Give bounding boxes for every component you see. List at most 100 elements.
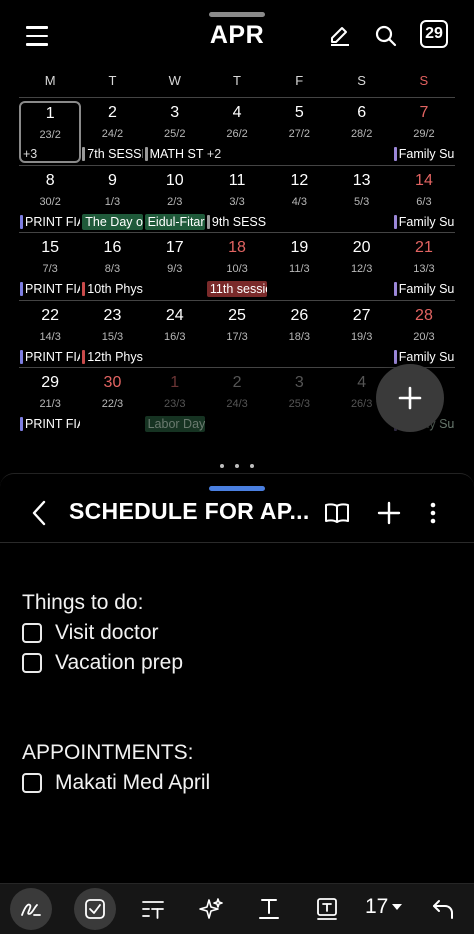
text-color-button[interactable] [248,888,290,930]
lunar-date: 18/3 [288,330,311,343]
checklist-item[interactable]: Vacation prep [22,648,210,678]
checkbox[interactable] [22,773,42,793]
event-chip[interactable]: The Day of [82,213,143,230]
checklist-item[interactable]: Visit doctor [22,618,210,648]
lunar-date: 13/3 [413,263,435,275]
lunar-date: 4/3 [291,195,307,208]
day-cell[interactable]: 12 4/3 [268,166,330,233]
month-title[interactable]: APR [0,21,474,50]
handwriting-icon [21,903,41,916]
checklist-item-text: Visit doctor [55,621,159,644]
lunar-date: 27/2 [288,128,311,140]
day-cell[interactable]: 5 27/2 [268,98,330,165]
checkbox-tool-button[interactable] [74,888,116,930]
day-cell[interactable]: 26 18/3 [268,301,330,368]
day-number: 21 [415,239,433,256]
day-number: 27 [352,306,371,324]
lunar-date: 22/3 [101,398,124,410]
day-cell[interactable]: 25 17/3 [206,301,268,368]
day-cell[interactable]: 24 16/3 [144,301,206,368]
event-chip[interactable]: MATH ST [144,146,205,162]
edit-button[interactable] [324,20,356,52]
caret-down-icon [392,904,403,910]
day-number: 28 [415,306,433,324]
undo-button[interactable] [422,888,464,930]
more-events-indicator[interactable]: +2 [207,146,267,162]
sparkle-icon [199,898,223,919]
pen-mode-button[interactable] [10,888,52,930]
event-chip[interactable]: 11th sessic [206,281,268,297]
day-cell[interactable]: 19 11/3 [268,233,330,300]
day-number: 13 [352,171,371,189]
event-chip[interactable]: PRINT FIA [20,416,80,432]
day-number: 24 [165,306,184,324]
day-cell[interactable]: 27 19/3 [331,301,393,368]
day-cell[interactable]: 6 28/2 [331,98,393,165]
day-number: 12 [290,171,309,189]
day-number: 7 [419,104,429,121]
day-cell[interactable]: 30 22/3 [81,368,143,435]
today-button[interactable]: 29 [420,20,448,48]
event-chip[interactable]: PRINT FIA [20,349,80,365]
split-view-handle[interactable] [220,464,254,470]
back-button[interactable] [24,496,54,530]
lunar-date: 25/3 [288,398,311,410]
day-number: 14 [415,171,433,189]
lunar-date: 10/3 [226,263,248,275]
day-cell[interactable]: 17 9/3 [144,233,206,300]
lunar-date: 21/3 [39,398,61,410]
day-cell[interactable]: 20 12/3 [331,233,393,300]
event-chip[interactable]: Eidul-Fitar [144,213,205,230]
day-number: 1 [170,374,180,391]
weekday-label: F [295,73,304,88]
calendar-header: APR 29 [0,16,474,56]
menu-button[interactable] [26,22,54,50]
day-cell[interactable]: 13 5/3 [331,166,393,233]
week-row: 1 23/2 2 24/2 3 25/2 4 26/2 5 27/2 6 28/2 7 29/2 +3 7th… [19,97,455,165]
search-button[interactable] [370,20,402,52]
day-number: 8 [45,171,55,189]
event-chip[interactable]: Family Su [393,281,454,297]
note-header: SCHEDULE FOR AP... [0,488,474,542]
event-chip[interactable]: Family Su [393,214,454,230]
day-number: 9 [107,171,117,189]
day-number: 26 [290,306,309,324]
font-size-selector[interactable]: 17 [365,895,403,919]
chevron-left-icon [32,500,46,526]
reading-mode-button[interactable] [320,496,354,530]
lunar-date: 23/2 [39,129,61,141]
event-chip[interactable]: 7th SESSI [82,146,143,162]
bottom-toolbar: 17 [0,883,474,934]
event-chip[interactable]: Family Su [393,146,454,162]
ai-assist-button[interactable] [190,888,232,930]
note-title[interactable]: SCHEDULE FOR AP... [69,498,310,525]
text-box-button[interactable] [306,888,348,930]
day-number: 4 [232,104,242,121]
search-icon [375,25,397,47]
more-options-button[interactable] [416,496,450,530]
checklist-item[interactable]: Makati Med April [22,768,210,798]
text-format-button[interactable] [132,888,174,930]
event-chip[interactable]: PRINT FIA [20,214,80,230]
note-content[interactable]: Things to do: Visit doctor Vacation prep… [22,588,210,798]
event-chip[interactable]: PRINT FIA [20,281,80,297]
lunar-date: 19/3 [350,330,373,343]
checklist-item-text: Makati Med April [55,771,211,794]
checkbox[interactable] [22,623,42,643]
add-page-button[interactable] [372,496,406,530]
checkbox[interactable] [22,653,42,673]
more-events-indicator[interactable]: +3 [23,147,37,161]
event-chip[interactable]: 10th Phys [82,281,143,297]
add-event-button[interactable] [376,364,444,432]
day-cell[interactable]: 3 25/3 [268,368,330,435]
event-chip[interactable]: 9th SESSI [206,214,267,230]
day-number: 25 [228,306,246,324]
event-chip[interactable]: 12th Phys [82,349,143,365]
event-chip[interactable]: Family Su [393,349,454,365]
lunar-date: 23/3 [164,398,186,410]
weekday-label: S [357,73,366,88]
day-number: 2 [107,104,117,121]
day-cell[interactable]: 2 24/3 [206,368,268,435]
day-number: 2 [232,374,242,391]
event-chip[interactable]: Labor Day [144,416,205,432]
